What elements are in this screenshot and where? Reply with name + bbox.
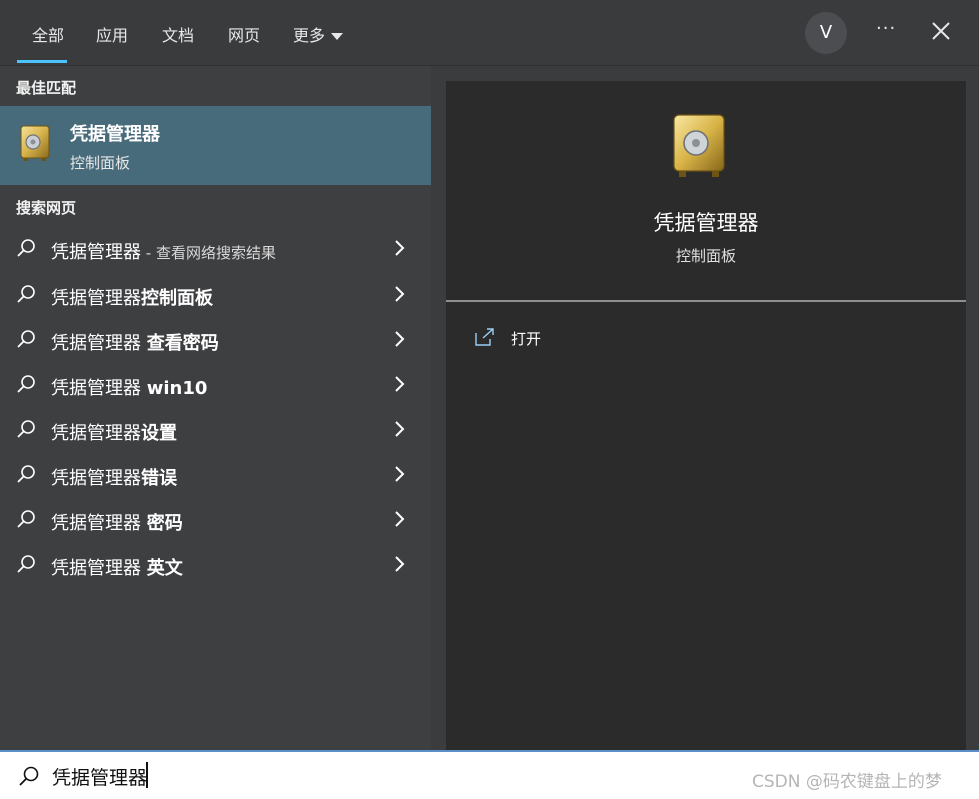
search-icon bbox=[17, 555, 35, 573]
chevron-right-icon bbox=[395, 240, 405, 256]
account-avatar[interactable]: V bbox=[805, 12, 847, 54]
web-search-prefix: 凭据管理器 bbox=[51, 468, 141, 489]
web-search-suffix: 控制面板 bbox=[141, 288, 213, 309]
web-search-suffix: 密码 bbox=[146, 513, 183, 534]
web-search-suffix: 英文 bbox=[146, 558, 183, 579]
web-search-prefix: 凭据管理器 bbox=[51, 423, 141, 444]
web-search-prefix: 凭据管理器 bbox=[51, 378, 147, 399]
web-search-suffix: 设置 bbox=[141, 423, 177, 444]
tab-all[interactable]: 全部 bbox=[32, 22, 64, 46]
chevron-down-icon bbox=[331, 33, 344, 40]
web-search-heading: 搜索网页 bbox=[16, 199, 77, 217]
search-bar[interactable]: 凭据管理器 CSDN @码农键盘上的梦 bbox=[0, 750, 979, 799]
tab-apps[interactable]: 应用 bbox=[96, 22, 128, 46]
web-search-suffix: 查看密码 bbox=[146, 333, 219, 354]
web-search-prefix: 凭据管理器 bbox=[51, 242, 141, 263]
active-tab-indicator bbox=[17, 60, 67, 63]
web-search-text: 凭据管理器 密码 bbox=[51, 509, 183, 535]
search-icon bbox=[17, 330, 35, 348]
web-search-item[interactable]: 凭据管理器设置 bbox=[0, 407, 431, 452]
chevron-right-icon bbox=[395, 331, 405, 347]
web-search-prefix: 凭据管理器 bbox=[51, 513, 147, 534]
web-search-prefix: 凭据管理器 bbox=[51, 288, 141, 309]
tab-documents[interactable]: 文档 bbox=[162, 22, 194, 46]
open-external-icon bbox=[475, 328, 494, 346]
search-icon bbox=[17, 465, 35, 483]
web-search-text: 凭据管理器错误 bbox=[51, 464, 177, 490]
close-icon[interactable] bbox=[928, 18, 954, 44]
web-search-text: 凭据管理器 查看密码 bbox=[51, 329, 219, 355]
search-icon bbox=[17, 285, 35, 303]
watermark: CSDN @码农键盘上的梦 bbox=[752, 772, 942, 792]
best-match-title: 凭据管理器 bbox=[70, 124, 160, 145]
best-match-subtitle: 控制面板 bbox=[70, 154, 131, 172]
search-icon bbox=[17, 420, 35, 438]
chevron-right-icon bbox=[395, 556, 405, 572]
web-search-item[interactable]: 凭据管理器控制面板 bbox=[0, 272, 431, 317]
preview-pane: 凭据管理器 控制面板 打开 bbox=[446, 81, 966, 750]
web-search-text: 凭据管理器控制面板 bbox=[51, 284, 213, 310]
chevron-right-icon bbox=[395, 511, 405, 527]
open-label: 打开 bbox=[511, 330, 542, 348]
tab-more[interactable]: 更多 bbox=[293, 22, 344, 46]
web-search-item[interactable]: 凭据管理器错误 bbox=[0, 452, 431, 497]
web-search-prefix: 凭据管理器 bbox=[51, 333, 147, 354]
results-pane: 最佳匹配 凭据管理器 控制面板 搜索网页 凭据管理器 - 查看网络搜索结果 凭据… bbox=[0, 66, 431, 750]
search-icon bbox=[19, 766, 39, 786]
tab-web[interactable]: 网页 bbox=[228, 22, 260, 46]
web-search-item[interactable]: 凭据管理器 英文 bbox=[0, 542, 431, 587]
web-search-item[interactable]: 凭据管理器 查看密码 bbox=[0, 317, 431, 362]
web-search-suffix: 错误 bbox=[141, 468, 177, 489]
text-cursor bbox=[146, 762, 148, 788]
search-icon bbox=[17, 375, 35, 393]
chevron-right-icon bbox=[395, 466, 405, 482]
web-search-text: 凭据管理器 - 查看网络搜索结果 bbox=[51, 238, 276, 264]
open-button[interactable]: 打开 bbox=[474, 325, 594, 355]
web-search-prefix: 凭据管理器 bbox=[51, 558, 147, 579]
search-icon bbox=[17, 239, 35, 257]
web-search-item[interactable]: 凭据管理器 密码 bbox=[0, 497, 431, 542]
best-match-heading: 最佳匹配 bbox=[16, 79, 77, 97]
web-search-text: 凭据管理器 win10 bbox=[51, 374, 207, 400]
preview-header: 凭据管理器 控制面板 bbox=[446, 81, 966, 300]
safe-icon bbox=[673, 114, 725, 177]
web-search-text: 凭据管理器设置 bbox=[51, 419, 177, 445]
preview-subtitle: 控制面板 bbox=[675, 247, 736, 265]
web-search-hint: - 查看网络搜索结果 bbox=[141, 244, 276, 262]
safe-icon bbox=[20, 125, 50, 161]
chevron-right-icon bbox=[395, 421, 405, 437]
top-bar: 全部 应用 文档 网页 更多 V ··· bbox=[0, 0, 979, 66]
web-search-item[interactable]: 凭据管理器 - 查看网络搜索结果 bbox=[0, 226, 431, 271]
search-input[interactable]: 凭据管理器 bbox=[52, 763, 147, 790]
search-icon bbox=[17, 510, 35, 528]
web-search-item[interactable]: 凭据管理器 win10 bbox=[0, 362, 431, 407]
more-options-button[interactable]: ··· bbox=[876, 18, 896, 39]
divider bbox=[446, 300, 966, 302]
tab-more-label: 更多 bbox=[293, 26, 326, 45]
chevron-right-icon bbox=[395, 286, 405, 302]
preview-title: 凭据管理器 bbox=[653, 211, 759, 235]
chevron-right-icon bbox=[395, 376, 405, 392]
web-search-suffix: win10 bbox=[146, 378, 208, 399]
best-match-item[interactable]: 凭据管理器 控制面板 bbox=[0, 106, 431, 185]
web-search-text: 凭据管理器 英文 bbox=[51, 554, 183, 580]
